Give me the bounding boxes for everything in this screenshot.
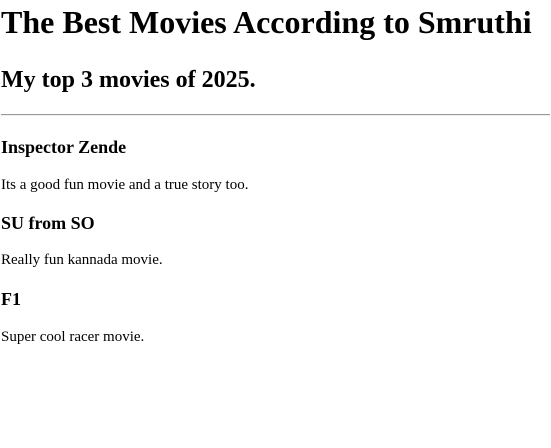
movie-description: Really fun kannada movie. [1, 252, 163, 268]
movie-title: F1 [1, 289, 21, 309]
page-subtitle: My top 3 movies of 2025. [1, 67, 256, 93]
movie-entry: SU from SO Really fun kannada movie. [1, 212, 550, 270]
movie-title: Inspector Zende [1, 137, 127, 157]
movie-entry: F1 Super cool racer movie. [1, 288, 550, 347]
page-title: The Best Movies According to Smruthi [1, 4, 532, 40]
movie-entry: Inspector Zende Its a good fun movie and… [1, 136, 550, 195]
divider [1, 114, 550, 116]
movie-description: Its a good fun movie and a true story to… [1, 177, 249, 193]
movie-description: Super cool racer movie. [1, 329, 145, 345]
movie-title: SU from SO [1, 213, 95, 233]
page-container: The Best Movies According to Smruthi My … [0, 4, 551, 347]
